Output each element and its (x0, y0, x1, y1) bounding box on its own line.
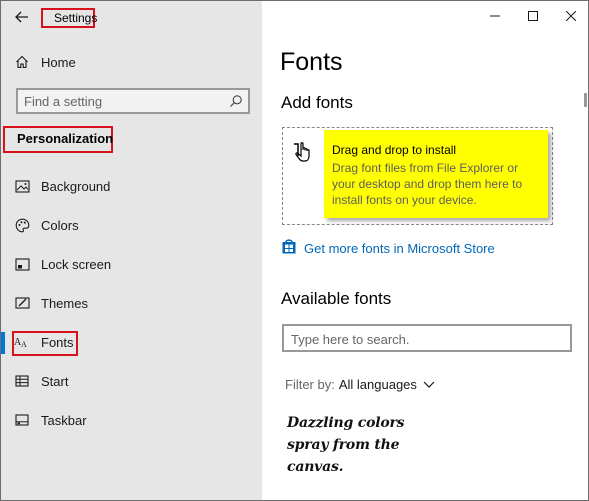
filter-value[interactable]: All languages (339, 377, 417, 392)
settings-window: Settings Home Personalization Background (0, 0, 589, 501)
sidebar-item-lock-screen[interactable]: Lock screen (1, 251, 262, 277)
palette-icon (14, 217, 30, 233)
section-title-personalization: Personalization (3, 126, 113, 153)
back-button[interactable] (11, 7, 33, 27)
find-setting-search[interactable] (16, 88, 250, 114)
sidebar-item-label: Background (41, 178, 111, 194)
search-icon[interactable] (229, 94, 243, 113)
sidebar-item-fonts[interactable]: AA Fonts (1, 329, 262, 355)
drag-drop-tooltip: Drag and drop to install Drag font files… (324, 130, 548, 218)
start-icon (14, 373, 30, 389)
picture-icon (14, 178, 30, 194)
maximize-icon (528, 11, 538, 21)
main-content: Fonts Add fonts Drag and drop to install… (262, 1, 588, 500)
page-title: Fonts (280, 48, 343, 76)
sidebar-item-label: Taskbar (41, 412, 87, 428)
lock-screen-icon (14, 256, 30, 272)
fonts-icon: AA (14, 334, 30, 350)
sidebar-item-colors[interactable]: Colors (1, 212, 262, 238)
home-icon (14, 54, 30, 70)
available-fonts-heading: Available fonts (281, 289, 392, 308)
filter-label: Filter by: (285, 377, 335, 392)
tooltip-body: Drag font files from File Explorer or yo… (332, 161, 523, 207)
microsoft-store-link[interactable]: Get more fonts in Microsoft Store (282, 238, 495, 259)
maximize-button[interactable] (514, 1, 552, 31)
sidebar: Settings Home Personalization Background (1, 1, 262, 500)
language-filter[interactable]: Filter by: All languages (285, 377, 435, 392)
tooltip-title: Drag and drop to install (332, 143, 457, 157)
add-fonts-heading: Add fonts (281, 93, 353, 112)
window-controls (476, 1, 588, 31)
font-preview-card[interactable]: Dazzling colors spray from the canvas. (287, 412, 427, 478)
close-button[interactable] (552, 1, 588, 31)
window-title: Settings (41, 8, 97, 28)
hand-cursor-icon (293, 140, 319, 171)
close-icon (566, 11, 576, 21)
font-search-input[interactable] (291, 330, 561, 348)
brush-icon (14, 295, 30, 311)
sidebar-item-home[interactable]: Home (1, 49, 262, 75)
font-search-box[interactable] (282, 324, 572, 352)
find-setting-input[interactable] (24, 92, 224, 110)
sidebar-item-start[interactable]: Start (1, 368, 262, 394)
sidebar-item-label: Themes (41, 295, 88, 311)
store-link-text[interactable]: Get more fonts in Microsoft Store (304, 241, 495, 256)
sidebar-item-label: Lock screen (41, 256, 112, 272)
taskbar-icon (14, 412, 30, 428)
sidebar-item-taskbar[interactable]: Taskbar (1, 407, 262, 433)
back-arrow-icon (15, 11, 28, 23)
chevron-down-icon[interactable] (423, 377, 435, 392)
sidebar-item-label: Colors (41, 217, 79, 233)
sidebar-item-themes[interactable]: Themes (1, 290, 262, 316)
store-bag-icon (282, 238, 296, 259)
sidebar-item-background[interactable]: Background (1, 173, 262, 199)
sidebar-item-label: Fonts (41, 334, 74, 350)
font-drop-zone[interactable]: Drag and drop to install Drag font files… (282, 127, 553, 225)
scrollbar[interactable] (584, 93, 587, 107)
svg-text:A: A (21, 340, 27, 348)
minimize-icon (490, 15, 500, 17)
sidebar-item-label: Home (41, 54, 76, 70)
minimize-button[interactable] (476, 1, 514, 31)
sidebar-item-label: Start (41, 373, 69, 389)
